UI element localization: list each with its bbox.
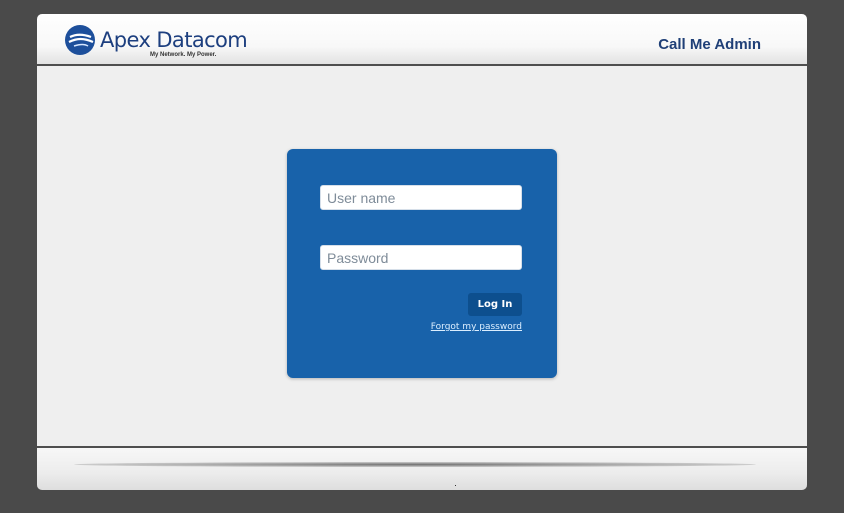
- brand-tagline: My Network. My Power.: [150, 52, 217, 58]
- login-button[interactable]: Log In: [468, 293, 522, 316]
- password-input[interactable]: [320, 245, 522, 270]
- username-input[interactable]: [320, 185, 522, 210]
- login-window: Apex Datacom My Network. My Power. Call …: [37, 14, 807, 490]
- main-content: Log In Forgot my password: [37, 66, 807, 446]
- app-header: Apex Datacom My Network. My Power. Call …: [37, 14, 807, 66]
- footer-divider-mark: [455, 485, 456, 486]
- app-footer: [37, 446, 807, 490]
- brand-logo: Apex Datacom My Network. My Power.: [64, 24, 248, 62]
- footer-shadow: [74, 462, 756, 467]
- apex-datacom-logo-icon: [65, 25, 95, 55]
- page-title: Call Me Admin: [658, 36, 761, 53]
- login-form: Log In Forgot my password: [287, 149, 557, 378]
- forgot-password-link[interactable]: Forgot my password: [430, 322, 522, 332]
- brand-name: Apex Datacom: [100, 28, 248, 52]
